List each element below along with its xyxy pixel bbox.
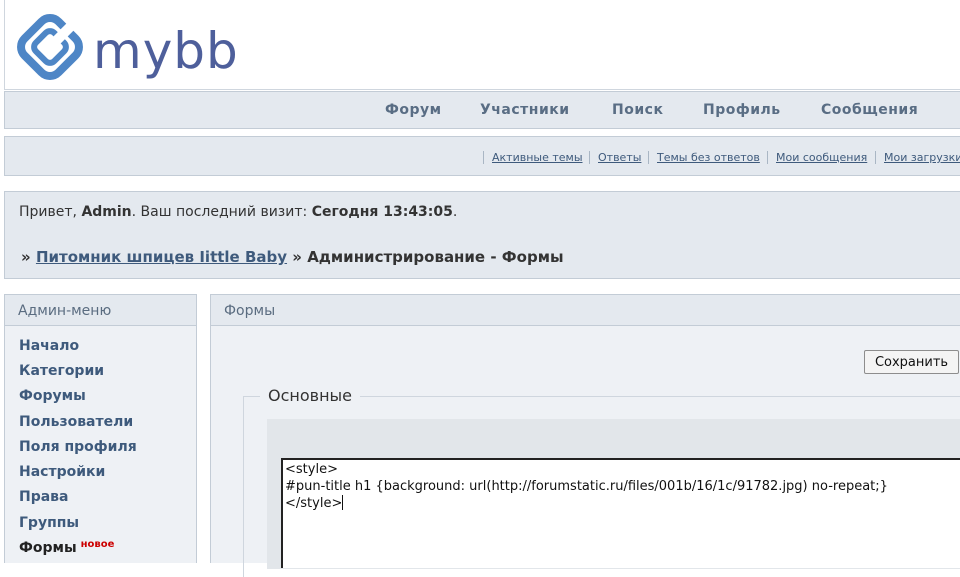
menu-item-start[interactable]: Начало <box>19 338 79 354</box>
new-badge: новое <box>80 539 115 550</box>
welcome-end: . <box>452 204 458 220</box>
admin-menu-title: Админ-меню <box>5 295 196 326</box>
mybb-logo[interactable]: mybb <box>15 12 238 82</box>
nav-search[interactable]: Поиск <box>612 102 663 118</box>
text-caret <box>342 495 344 510</box>
menu-item-forms-label: Формы <box>19 540 77 556</box>
menu-item-groups[interactable]: Группы <box>19 515 79 531</box>
main-nav: Форум Участники Поиск Профиль Сообщения <box>4 91 960 129</box>
nav-forum[interactable]: Форум <box>385 102 442 118</box>
link-active-topics[interactable]: Активные темы <box>483 151 583 164</box>
html-code-textarea[interactable]: <style> #pun-title h1 {background: url(h… <box>281 458 960 568</box>
menu-item-users[interactable]: Пользователи <box>19 414 133 430</box>
admin-menu: Админ-меню Начало Категории Форумы Польз… <box>4 294 197 563</box>
breadcrumb-separator: » <box>21 248 31 266</box>
menu-item-categories[interactable]: Категории <box>19 363 104 379</box>
breadcrumb-current: Администрирование - Формы <box>307 248 564 266</box>
nav-messages[interactable]: Сообщения <box>821 102 918 118</box>
breadcrumb-forum-link[interactable]: Питомник шпицев Iittle Baby <box>36 248 287 266</box>
editor-text: <style> #pun-title h1 {background: url(h… <box>285 462 888 511</box>
welcome-box: Привет, Admin. Ваш последний визит: Сего… <box>4 191 960 279</box>
fieldset-legend: Основные <box>260 386 361 405</box>
menu-item-permissions[interactable]: Права <box>19 489 69 505</box>
breadcrumb-separator: » <box>292 248 302 266</box>
greeting-text: Привет, <box>19 204 82 220</box>
menu-item-forums[interactable]: Форумы <box>19 388 86 404</box>
link-my-posts[interactable]: Мои сообщения <box>767 151 867 164</box>
logo-text: mybb <box>93 22 239 80</box>
username: Admin <box>81 204 132 220</box>
menu-item-settings[interactable]: Настройки <box>19 464 105 480</box>
panel-title: Формы <box>211 295 960 326</box>
save-button[interactable]: Сохранить <box>864 350 959 374</box>
forms-panel: Формы Сохранить Основные <style> #pun-ti… <box>210 294 960 577</box>
logo-icon <box>17 14 83 80</box>
last-visit-value: Сегодня 13:43:05 <box>311 204 453 220</box>
welcome-line: Привет, Admin. Ваш последний визит: Сего… <box>19 204 457 220</box>
nav-profile[interactable]: Профиль <box>703 102 781 118</box>
sub-nav: Активные темы Ответы Темы без ответов Мо… <box>4 136 960 176</box>
last-visit-label: . Ваш последний визит: <box>131 204 312 220</box>
link-replies[interactable]: Ответы <box>589 151 641 164</box>
site-header: mybb <box>4 0 960 90</box>
link-my-uploads[interactable]: Мои загрузки <box>875 151 960 164</box>
link-unanswered[interactable]: Темы без ответов <box>648 151 760 164</box>
breadcrumb: » Питомник шпицев Iittle Baby » Админист… <box>21 248 564 266</box>
menu-item-forms[interactable]: Формы новое <box>19 539 115 556</box>
menu-item-profile-fields[interactable]: Поля профиля <box>19 439 137 455</box>
nav-members[interactable]: Участники <box>480 102 570 118</box>
